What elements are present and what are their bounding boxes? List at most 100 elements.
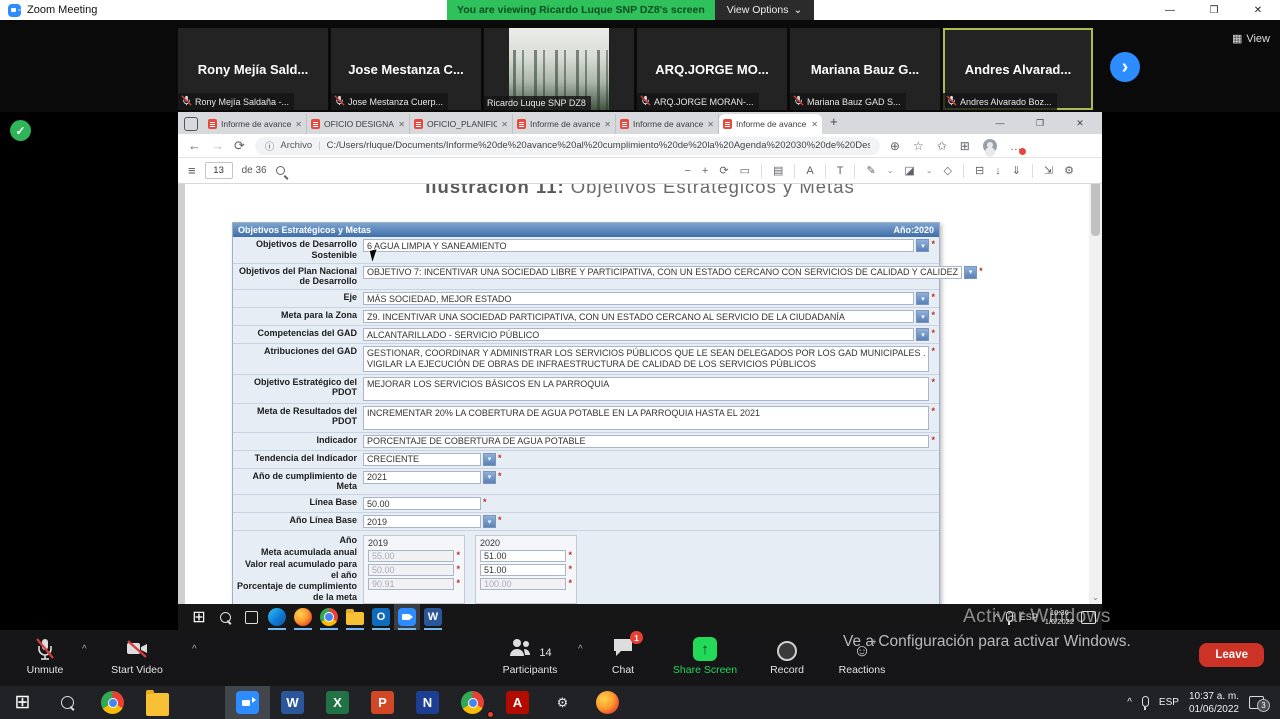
host-language-indicator[interactable]: ESP xyxy=(1159,697,1179,708)
start-video-button[interactable]: Start Video xyxy=(100,637,174,676)
participant-tile[interactable]: Rony Mejía Sald...Rony Mejía Saldaña -..… xyxy=(178,28,328,110)
unmute-button[interactable]: Unmute xyxy=(12,637,78,676)
host-mic-icon[interactable] xyxy=(1142,696,1149,707)
leave-button[interactable]: Leave xyxy=(1199,643,1264,667)
select-field[interactable]: ALCANTARILLADO - SERVICIO PÚBLICO xyxy=(363,328,914,341)
record-button[interactable]: Record xyxy=(756,637,818,676)
view-button[interactable]: ▦ View xyxy=(1232,32,1270,45)
pdf-tool-print-icon[interactable]: ⊟ xyxy=(975,164,984,177)
chat-button[interactable]: 1 Chat xyxy=(600,637,646,676)
tab-close-icon[interactable]: ✕ xyxy=(501,120,508,129)
taskbar-firefox-icon[interactable] xyxy=(585,686,630,719)
tab-close-icon[interactable]: ✕ xyxy=(295,120,302,129)
browser-tab[interactable]: Informe de avance al c✕ xyxy=(616,114,719,134)
taskbar-chrome-icon[interactable] xyxy=(90,686,135,719)
browser-tab[interactable]: Informe de avance al c✕ xyxy=(204,114,307,134)
dropdown-arrow-icon[interactable]: ▾ xyxy=(483,453,496,466)
year-value-input[interactable]: 51.00 xyxy=(480,550,566,562)
pdf-tool-page-view-icon[interactable]: ▤ xyxy=(773,164,783,177)
taskbar-word-icon[interactable]: W xyxy=(270,686,315,719)
tab-close-icon[interactable]: ✕ xyxy=(604,120,611,129)
view-options-button[interactable]: View Options ⌄ xyxy=(715,0,815,20)
pdf-tool-read-aloud-icon[interactable]: A xyxy=(806,165,813,177)
participant-tile[interactable]: Jose Mestanza C...Jose Mestanza Cuerp... xyxy=(331,28,481,110)
forward-icon[interactable]: → xyxy=(211,138,224,153)
browser-minimize-button[interactable]: — xyxy=(980,112,1020,134)
dropdown-arrow-icon[interactable]: ▾ xyxy=(916,292,929,305)
toc-icon[interactable]: ≡ xyxy=(188,163,196,178)
input-field[interactable]: 50.00 xyxy=(363,497,481,510)
pdf-tool-erase-icon[interactable]: ◇ xyxy=(944,164,952,177)
taskbar-task-view-icon[interactable] xyxy=(238,604,264,630)
pdf-tool-save-icon[interactable]: ↓ xyxy=(995,165,1001,177)
pdf-tool-zoom-out-icon[interactable]: − xyxy=(684,165,690,177)
select-field[interactable]: 2021 xyxy=(363,471,481,484)
tab-close-icon[interactable]: ✕ xyxy=(707,120,714,129)
favorites-bar-icon[interactable]: ✩ xyxy=(937,139,947,153)
browser-tab[interactable]: Informe de avance al c✕ xyxy=(513,114,616,134)
input-field[interactable]: PORCENTAJE DE COBERTURA DE AGUA POTABLE xyxy=(363,435,929,448)
select-field[interactable]: CRECIENTE xyxy=(363,453,481,466)
participants-options-chevron[interactable]: ^ xyxy=(578,644,583,655)
tab-actions-icon[interactable] xyxy=(184,117,198,131)
taskbar-zoom-icon[interactable] xyxy=(394,604,420,630)
pdf-tool-caret-down-icon[interactable]: ⌄ xyxy=(887,166,894,175)
share-screen-button[interactable]: ↑ Share Screen xyxy=(662,637,748,676)
taskbar-word-icon[interactable]: W xyxy=(420,604,446,630)
host-tray-chevron-icon[interactable]: ^ xyxy=(1127,697,1132,708)
taskbar-settings-icon[interactable]: ⚙ xyxy=(540,686,585,719)
refresh-icon[interactable]: ⟳ xyxy=(234,138,245,154)
pdf-tool-highlight-icon[interactable]: ◪ xyxy=(904,164,914,177)
zoom-page-icon[interactable]: ⊕ xyxy=(890,139,900,153)
host-clock[interactable]: 10:37 a. m.01/06/2022 xyxy=(1189,690,1239,716)
browser-menu-icon[interactable]: … xyxy=(1010,139,1022,153)
favorite-star-icon[interactable]: ☆ xyxy=(913,139,924,153)
tab-close-icon[interactable]: ✕ xyxy=(398,120,405,129)
video-options-chevron[interactable]: ^ xyxy=(192,644,197,655)
minimize-button[interactable]: — xyxy=(1148,0,1192,20)
profile-avatar-icon[interactable] xyxy=(983,139,997,153)
taskbar-app-blue-icon[interactable]: N xyxy=(405,686,450,719)
pdf-tool-save-as-icon[interactable]: ⇓ xyxy=(1012,164,1021,177)
page-number-input[interactable]: 13 xyxy=(205,162,233,179)
pdf-tool-settings-icon[interactable]: ⚙ xyxy=(1064,164,1074,177)
taskbar-chrome-icon[interactable] xyxy=(450,686,495,719)
pdf-scrollbar[interactable]: ^ ⌄ xyxy=(1089,184,1102,604)
browser-tab[interactable]: Informe de avance al c✕ xyxy=(719,114,822,134)
next-participants-button[interactable]: › xyxy=(1110,52,1140,82)
textarea-field[interactable]: GESTIONAR, COORDINAR Y ADMINISTRAR LOS S… xyxy=(363,346,929,372)
textarea-field[interactable]: INCREMENTAR 20% LA COBERTURA DE AGUA POT… xyxy=(363,406,929,430)
info-icon[interactable]: ⓘ xyxy=(265,139,275,153)
url-field[interactable]: ⓘ Archivo | C:/Users/rluque/Documents/In… xyxy=(255,137,880,155)
taskbar-start-icon[interactable]: ⊞ xyxy=(0,686,45,719)
dropdown-arrow-icon[interactable]: ▾ xyxy=(483,515,496,528)
taskbar-start-icon[interactable]: ⊞ xyxy=(186,604,212,630)
taskbar-excel-icon[interactable]: X xyxy=(315,686,360,719)
tab-close-icon[interactable]: ✕ xyxy=(811,120,818,129)
dropdown-arrow-icon[interactable]: ▾ xyxy=(916,239,929,252)
pdf-tool-add-text-icon[interactable]: T xyxy=(837,165,844,177)
taskbar-powerpoint-icon[interactable]: P xyxy=(360,686,405,719)
select-field[interactable]: 2019 xyxy=(363,515,481,528)
browser-tab[interactable]: OFICIO_PLANIFICA_EC✕ xyxy=(410,114,513,134)
maximize-button[interactable]: ❐ xyxy=(1192,0,1236,20)
search-icon[interactable] xyxy=(276,166,285,175)
browser-close-button[interactable]: ✕ xyxy=(1060,112,1100,134)
taskbar-zoom-icon[interactable] xyxy=(225,686,270,719)
participant-tile[interactable]: Mariana Bauz G...Mariana Bauz GAD S... xyxy=(790,28,940,110)
taskbar-search-icon[interactable] xyxy=(212,604,238,630)
audio-options-chevron[interactable]: ^ xyxy=(82,644,87,655)
participant-tile[interactable]: ARQ.JORGE MO...ARQ.JORGE MORAN-... xyxy=(637,28,787,110)
pdf-tool-draw-icon[interactable]: ✎ xyxy=(866,164,875,177)
pdf-tool-expand-icon[interactable]: ⇲ xyxy=(1044,164,1053,177)
host-notifications-icon[interactable]: 3 xyxy=(1249,696,1264,709)
taskbar-firefox-icon[interactable] xyxy=(290,604,316,630)
participants-button[interactable]: 14 Participants xyxy=(487,637,573,676)
year-value-input[interactable]: 51.00 xyxy=(480,564,566,576)
pdf-tool-fit-page-icon[interactable]: ▭ xyxy=(740,164,750,177)
taskbar-acrobat-icon[interactable]: A xyxy=(495,686,540,719)
select-field[interactable]: 6 AGUA LIMPIA Y SANEAMIENTO xyxy=(363,239,914,252)
dropdown-arrow-icon[interactable]: ▾ xyxy=(916,310,929,323)
back-icon[interactable]: ← xyxy=(188,138,201,153)
close-button[interactable]: ✕ xyxy=(1236,0,1280,20)
